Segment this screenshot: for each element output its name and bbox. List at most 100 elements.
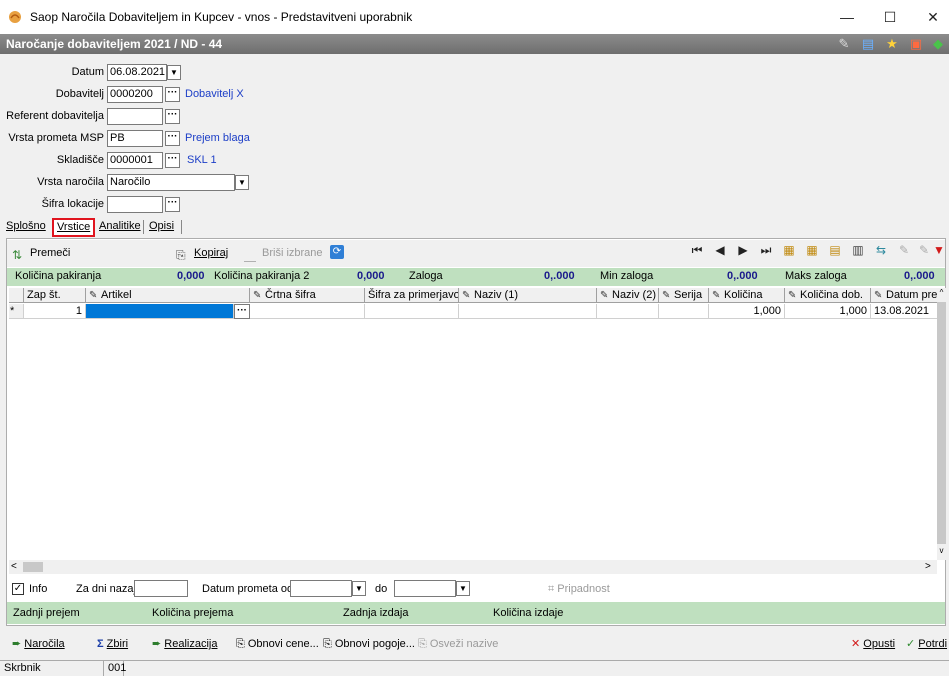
brisi-izbrane-button[interactable]: ⎽ Briši izbrane xyxy=(244,244,323,262)
zaloga-value: 0,.000 xyxy=(544,270,575,282)
col-artikel[interactable]: ✎ Artikel xyxy=(86,288,250,303)
zaloga-label: Zaloga xyxy=(409,270,443,282)
potrdi-button[interactable]: ✓ Potrdi xyxy=(906,636,947,652)
datum-do-dropdown-icon[interactable]: ▼ xyxy=(456,581,470,596)
pencil-icon: ✎ xyxy=(788,290,797,301)
cell-naziv-2[interactable] xyxy=(597,304,659,319)
copy-icon: ⎘ xyxy=(323,638,335,650)
pencil-icon: ✎ xyxy=(89,290,98,301)
realizacija-button[interactable]: ➨ Realizacija xyxy=(152,636,217,652)
cancel-record-icon[interactable]: ⇆ xyxy=(872,243,890,261)
referent-lookup-button[interactable]: ··· xyxy=(165,109,180,124)
scroll-left-icon[interactable]: < xyxy=(11,560,21,574)
dobavitelj-lookup-button[interactable]: ··· xyxy=(165,87,180,102)
books-icon[interactable]: ◆ xyxy=(930,36,946,52)
referent-field[interactable] xyxy=(107,108,163,125)
delete-record-icon[interactable]: ▼ xyxy=(930,243,948,261)
skladisce-lookup-button[interactable]: ··· xyxy=(165,153,180,168)
premeci-button[interactable]: ⇅ Premeči xyxy=(12,244,70,262)
scroll-right-icon[interactable]: > xyxy=(925,560,935,574)
opusti-button[interactable]: ✕ Opusti xyxy=(851,636,895,652)
hscroll-thumb[interactable] xyxy=(23,562,43,572)
kopiraj-button[interactable]: ⎘ Kopiraj xyxy=(176,244,228,262)
kolicina-pakiranja-label: Količina pakiranja xyxy=(15,270,102,282)
document-icon[interactable]: ▤ xyxy=(860,36,876,52)
tab-opisi[interactable]: Opisi xyxy=(146,219,177,236)
edit-record-icon[interactable]: ▤ xyxy=(826,243,844,261)
datum-field[interactable]: 06.08.2021 xyxy=(107,64,167,81)
kolicina-pakiranja2-label: Količina pakiranja 2 xyxy=(214,270,310,282)
cell-sifra-za-primerjavo[interactable] xyxy=(365,304,459,319)
col-datum-prejema[interactable]: ✎ Datum pre xyxy=(871,288,937,303)
star-icon[interactable]: ★ xyxy=(884,36,900,52)
prev-record-icon[interactable]: ◀ xyxy=(711,243,729,261)
export-icon[interactable]: ▣ xyxy=(908,36,924,52)
scroll-down-icon[interactable]: v xyxy=(937,546,946,558)
datum-dropdown-icon[interactable]: ▼ xyxy=(167,65,181,80)
copy-icon: ⎘ xyxy=(236,638,248,650)
osvezi-nazive-button[interactable]: ⎘ Osveži nazive xyxy=(418,636,498,652)
tab-splosno[interactable]: Splošno xyxy=(3,219,49,236)
vrsta-prometa-label: Vrsta prometa MSP xyxy=(8,132,104,144)
skladisce-field[interactable]: 0000001 xyxy=(107,152,163,169)
obnovi-cene-button[interactable]: ⎘ Obnovi cene... xyxy=(236,636,319,652)
cell-kolicina-dob[interactable]: 1,000 xyxy=(785,304,871,319)
datum-od-dropdown-icon[interactable]: ▼ xyxy=(352,581,366,596)
col-crtna-sifra[interactable]: ✎ Črtna šifra xyxy=(250,288,365,303)
col-naziv-1[interactable]: ✎ Naziv (1) xyxy=(459,288,597,303)
cell-serija[interactable] xyxy=(659,304,709,319)
zadnja-izdaja-label: Zadnja izdaja xyxy=(343,607,409,619)
table-row[interactable]: * 1 ··· 1,000 1,000 13.08.2021 xyxy=(9,304,937,319)
close-button[interactable]: ✕ xyxy=(918,6,948,28)
maximize-button[interactable]: ☐ xyxy=(875,6,905,28)
zbiri-button[interactable]: Σ Zbiri xyxy=(97,636,128,652)
narocila-button[interactable]: ➨ Naročila xyxy=(12,636,65,652)
scroll-thumb[interactable] xyxy=(937,302,946,544)
datum-prometa-od-field[interactable] xyxy=(290,580,352,597)
cell-artikel[interactable] xyxy=(86,304,234,319)
col-sifra-za-primerjavo[interactable]: Šifra za primerjavo xyxy=(365,288,459,303)
datum-do-field[interactable] xyxy=(394,580,456,597)
refresh-icon[interactable]: ⟳ xyxy=(330,245,344,259)
last-record-icon[interactable]: ⏭ xyxy=(757,243,775,261)
kolicina-pakiranja2-value: 0,000 xyxy=(357,270,385,282)
obnovi-pogoje-button[interactable]: ⎘ Obnovi pogoje... xyxy=(323,636,415,652)
insert-record-icon[interactable]: ▦ xyxy=(780,243,798,261)
next-record-icon[interactable]: ▶ xyxy=(734,243,752,261)
tab-analitike[interactable]: Analitike xyxy=(96,219,144,236)
cell-crtna-sifra[interactable] xyxy=(250,304,365,319)
cell-datum-prejema[interactable]: 13.08.2021 xyxy=(871,304,937,319)
scroll-up-icon[interactable]: ^ xyxy=(937,288,946,300)
pencil-icon: ✎ xyxy=(874,290,883,301)
artikel-lookup-button[interactable]: ··· xyxy=(234,304,250,319)
col-kolicina[interactable]: ✎ Količina xyxy=(709,288,785,303)
vrsta-narocila-select[interactable]: Naročilo xyxy=(107,174,235,191)
sifra-lokacije-lookup-button[interactable]: ··· xyxy=(165,197,180,212)
cell-naziv-1[interactable] xyxy=(459,304,597,319)
horizontal-scrollbar[interactable]: < > xyxy=(9,560,937,574)
first-record-icon[interactable]: ⏮ xyxy=(688,243,706,261)
col-zap-st[interactable]: Zap št. xyxy=(24,288,86,303)
vertical-scrollbar[interactable]: ^ v xyxy=(937,288,946,560)
tab-vrstice[interactable]: Vrstice xyxy=(52,218,96,237)
col-kolicina-dob[interactable]: ✎ Količina dob. xyxy=(785,288,871,303)
post-record-icon[interactable]: ▥ xyxy=(849,243,867,261)
sifra-lokacije-field[interactable] xyxy=(107,196,163,213)
sifra-lokacije-label: Šifra lokacije xyxy=(41,198,104,210)
arrow-right-icon: ➨ xyxy=(152,638,165,650)
minimize-button[interactable]: — xyxy=(832,6,862,28)
cell-kolicina[interactable]: 1,000 xyxy=(709,304,785,319)
col-serija[interactable]: ✎ Serija xyxy=(659,288,709,303)
dobavitelj-field[interactable]: 0000200 xyxy=(107,86,163,103)
cell-zap-st[interactable]: 1 xyxy=(24,304,86,319)
title-bar: Saop Naročila Dobaviteljem in Kupcev - v… xyxy=(0,0,949,34)
za-dni-nazaj-field[interactable] xyxy=(134,580,188,597)
info-checkbox[interactable]: ✓ xyxy=(12,583,24,595)
pripadnost-button[interactable]: ⌗ Pripadnost xyxy=(548,583,610,596)
vrsta-prometa-lookup-button[interactable]: ··· xyxy=(165,131,180,146)
append-record-icon[interactable]: ▦ xyxy=(803,243,821,261)
col-naziv-2[interactable]: ✎ Naziv (2) xyxy=(597,288,659,303)
vrsta-narocila-dropdown-icon[interactable]: ▼ xyxy=(235,175,249,190)
edit-icon[interactable]: ✎ xyxy=(836,36,852,52)
vrsta-prometa-field[interactable]: PB xyxy=(107,130,163,147)
